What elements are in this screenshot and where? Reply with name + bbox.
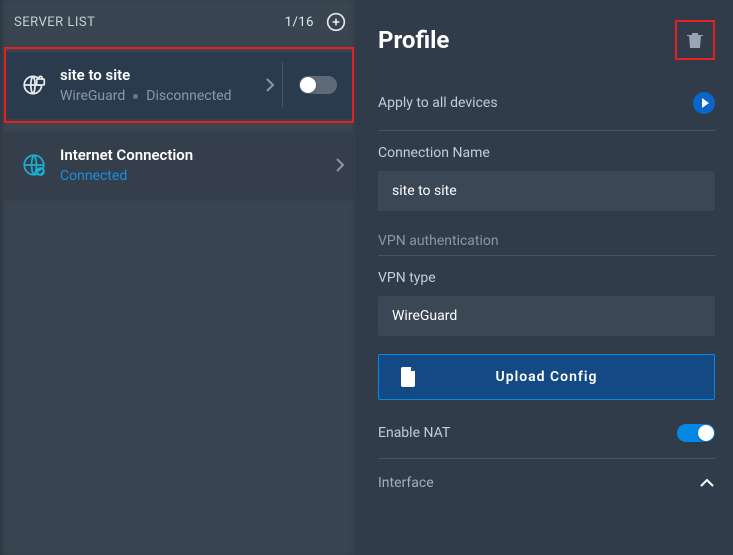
divider xyxy=(378,458,715,459)
globe-online-icon xyxy=(20,151,48,179)
delete-profile-button[interactable] xyxy=(675,20,715,60)
server-list-panel: SERVER LIST 1/16 site to site WireGuard D… xyxy=(0,0,358,555)
vpn-type-input[interactable] xyxy=(378,296,715,336)
vpn-type-label: VPN type xyxy=(378,270,715,286)
upload-config-button[interactable]: Upload Config xyxy=(378,354,715,400)
enable-nat-row: Enable NAT xyxy=(378,414,715,452)
connection-name-input[interactable] xyxy=(378,171,715,211)
server-card-status: Disconnected xyxy=(146,88,231,104)
chevron-right-icon xyxy=(328,157,352,173)
server-list-count: 1/16 xyxy=(285,15,314,30)
profile-title: Profile xyxy=(378,26,449,54)
server-card-site-to-site[interactable]: site to site WireGuard Disconnected xyxy=(6,52,352,118)
connection-name-label: Connection Name xyxy=(378,145,715,161)
server-card-title: site to site xyxy=(60,66,258,84)
server-card-title: Internet Connection xyxy=(60,146,328,164)
server-card-status: Connected xyxy=(60,168,127,184)
plus-circle-icon xyxy=(326,12,346,32)
globe-lock-icon xyxy=(20,71,48,99)
server-card-text: site to site WireGuard Disconnected xyxy=(60,66,258,104)
interface-section-toggle[interactable]: Interface xyxy=(378,461,715,505)
server-card-internet[interactable]: Internet Connection Connected xyxy=(6,132,352,198)
server-card-protocol: WireGuard xyxy=(60,88,125,104)
play-icon xyxy=(702,98,709,108)
server-card-subtitle: Connected xyxy=(60,168,328,184)
trash-icon xyxy=(687,31,703,49)
server-toggle[interactable] xyxy=(299,76,337,94)
enable-nat-label: Enable NAT xyxy=(378,425,450,441)
apply-all-button[interactable] xyxy=(693,92,715,114)
server-list-title: SERVER LIST xyxy=(14,15,95,30)
divider xyxy=(378,255,715,256)
server-list-header: SERVER LIST 1/16 xyxy=(6,6,352,38)
interface-label: Interface xyxy=(378,475,434,491)
enable-nat-toggle[interactable] xyxy=(677,424,715,442)
server-card-text: Internet Connection Connected xyxy=(60,146,328,184)
add-server-button[interactable] xyxy=(326,12,346,32)
server-card-subtitle: WireGuard Disconnected xyxy=(60,88,258,104)
upload-config-label: Upload Config xyxy=(401,369,692,385)
chevron-right-icon xyxy=(258,77,282,93)
apply-all-label: Apply to all devices xyxy=(378,95,498,111)
vpn-auth-label: VPN authentication xyxy=(378,233,715,249)
divider xyxy=(378,130,715,131)
profile-panel: Profile Apply to all devices Connection … xyxy=(358,0,733,555)
chevron-up-icon xyxy=(699,478,715,488)
apply-all-row: Apply to all devices xyxy=(378,82,715,124)
profile-header: Profile xyxy=(378,20,715,60)
